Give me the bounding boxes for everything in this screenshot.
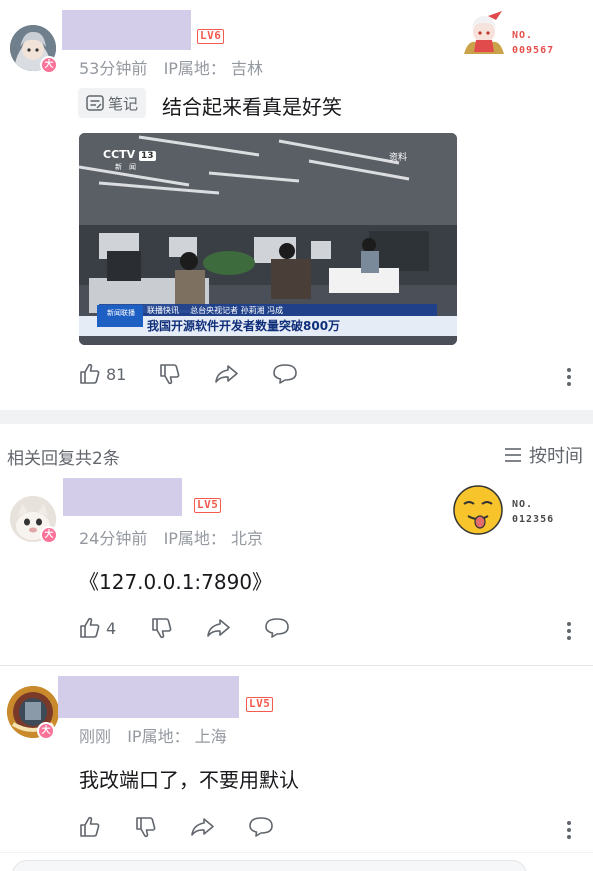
vip-badge: 大 xyxy=(37,722,55,740)
like-count: 81 xyxy=(106,364,127,384)
comment-text: 我改端口了，不要用默认 xyxy=(79,768,299,792)
level-badge: LV5 xyxy=(194,498,222,513)
fan-sticker-image xyxy=(452,484,504,536)
ip-label: IP属地： xyxy=(163,59,226,78)
section-divider xyxy=(0,410,593,424)
thumb-up-icon xyxy=(80,617,100,638)
timestamp: 53分钟前 xyxy=(79,59,148,78)
like-button[interactable]: 81 xyxy=(78,362,158,386)
reply-button[interactable] xyxy=(272,362,298,386)
sort-label: 按时间 xyxy=(529,446,583,467)
reply-comment: 大 LV5 刚刚 IP属地： 上海 我改端口了，不要用默认 xyxy=(0,666,593,860)
more-options-button[interactable] xyxy=(567,619,573,643)
fan-sticker-image xyxy=(458,10,510,62)
sort-lines-icon xyxy=(505,448,521,462)
news-screenshot-image[interactable]: CCTV 13 新 闻 资料 新闻联播 联播快讯 总台央视记者 孙莉湘 冯成 我… xyxy=(79,133,457,345)
thumb-down-icon xyxy=(160,364,180,385)
like-count: 4 xyxy=(106,618,117,638)
archive-tag: 资料 xyxy=(389,153,408,163)
username-redacted[interactable] xyxy=(62,10,191,50)
cctv-logo-text: CCTV xyxy=(103,148,136,161)
comment-text: 结合起来看真是好笑 xyxy=(162,95,342,119)
dislike-button[interactable] xyxy=(150,616,206,640)
share-icon xyxy=(191,818,214,836)
comment-meta: 24分钟前 IP属地： 北京 xyxy=(79,525,263,549)
thumb-up-icon xyxy=(80,816,100,837)
comment-bubble-icon xyxy=(249,817,273,837)
share-button[interactable] xyxy=(214,362,272,386)
note-icon xyxy=(86,95,104,111)
share-button[interactable] xyxy=(190,815,248,839)
username-redacted[interactable] xyxy=(58,676,239,718)
reply-input-field[interactable] xyxy=(12,860,527,871)
more-options-button[interactable] xyxy=(567,818,573,842)
comment-actions xyxy=(78,815,274,839)
level-badge: LV6 xyxy=(197,29,225,44)
share-icon xyxy=(207,619,230,637)
ip-label: IP属地： xyxy=(163,529,226,548)
reply-button[interactable] xyxy=(264,616,290,640)
note-tag-label: 笔记 xyxy=(108,94,139,113)
vip-badge: 大 xyxy=(40,526,58,544)
bottom-separator xyxy=(0,852,593,853)
comment-actions: 4 xyxy=(78,616,290,640)
note-tag[interactable]: 笔记 xyxy=(78,88,147,118)
fan-number-label: NO. xyxy=(512,30,534,41)
news-headline: 我国开源软件开发者数量突破800万 xyxy=(147,319,341,333)
more-dot-icon xyxy=(567,622,571,626)
comment-meta: 53分钟前 IP属地： 吉林 xyxy=(79,55,263,79)
news-corner-logo: 新闻联播 xyxy=(107,309,135,317)
cctv-channel-sub: 新 闻 xyxy=(115,163,136,171)
main-comment: 大 LV6 53分钟前 IP属地： 吉林 NO. 009567 笔记 结合起来看 xyxy=(0,0,593,410)
ip-location: 吉林 xyxy=(231,59,264,78)
comment-bubble-icon xyxy=(273,364,297,384)
fan-number-label: NO. xyxy=(512,499,534,510)
reply-button[interactable] xyxy=(248,815,274,839)
comment-actions: 81 xyxy=(78,362,298,386)
like-button[interactable]: 4 xyxy=(78,616,150,640)
share-button[interactable] xyxy=(206,616,264,640)
news-ticker-label: 联播快讯 xyxy=(147,306,179,315)
thumb-down-icon xyxy=(136,817,156,838)
news-reporter: 总台央视记者 孙莉湘 冯成 xyxy=(190,306,284,315)
vip-badge: 大 xyxy=(40,56,58,74)
share-icon xyxy=(215,365,238,383)
thumb-up-icon xyxy=(80,363,100,384)
ip-location: 上海 xyxy=(194,727,227,746)
fan-number-value: 009567 xyxy=(512,45,555,56)
fan-number: NO. 009567 xyxy=(512,28,554,58)
replies-header: 相关回复共2条 按时间 xyxy=(0,430,593,478)
ip-location: 北京 xyxy=(231,529,264,548)
comment-bubble-icon xyxy=(265,618,289,638)
ip-label: IP属地： xyxy=(127,727,190,746)
dislike-button[interactable] xyxy=(134,815,190,839)
reply-comment: 大 LV5 24分钟前 IP属地： 北京 NO. 012356 《127.0.0… xyxy=(0,478,593,666)
like-button[interactable] xyxy=(78,815,134,839)
news-ticker: 联播快讯 总台央视记者 孙莉湘 冯成 xyxy=(147,305,283,316)
username-redacted[interactable] xyxy=(63,478,182,516)
comment-meta: 刚刚 IP属地： 上海 xyxy=(79,723,227,747)
timestamp: 24分钟前 xyxy=(79,529,148,548)
dislike-button[interactable] xyxy=(158,362,214,386)
thumb-down-icon xyxy=(152,618,172,639)
level-badge: LV5 xyxy=(246,697,274,712)
cctv-logo: CCTV 13 新 闻 xyxy=(103,149,156,173)
timestamp: 刚刚 xyxy=(79,727,112,746)
more-dot-icon xyxy=(567,368,571,372)
more-options-button[interactable] xyxy=(567,365,573,389)
fan-number: NO. 012356 xyxy=(512,497,554,527)
more-dot-icon xyxy=(567,821,571,825)
sort-button[interactable]: 按时间 xyxy=(503,442,583,468)
reply-count: 相关回复共2条 xyxy=(7,449,120,469)
fan-number-value: 012356 xyxy=(512,514,555,525)
cctv-channel: 13 xyxy=(139,151,156,161)
comment-text: 《127.0.0.1:7890》 xyxy=(79,570,273,594)
